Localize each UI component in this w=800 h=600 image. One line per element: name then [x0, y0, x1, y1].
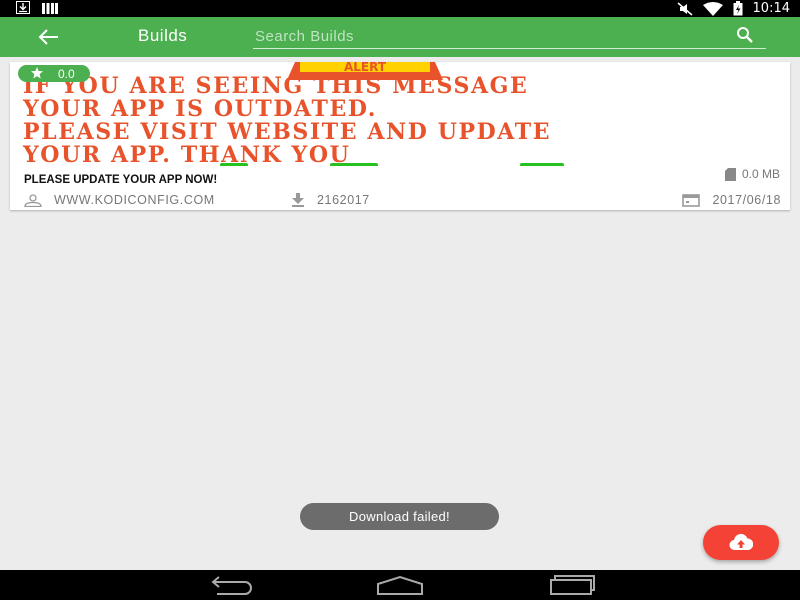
app-bar: Builds	[0, 17, 800, 57]
mute-icon	[677, 1, 693, 16]
search-bar	[253, 23, 766, 49]
home-nav-icon[interactable]	[376, 574, 424, 596]
banner-line: IF YOU ARE SEEING THIS MESSAGE	[23, 73, 529, 99]
download-icon	[292, 193, 304, 207]
status-bar-right: 10:14	[677, 0, 790, 17]
battery-icon	[733, 1, 743, 16]
banner-line: PLEASE VISIT WEBSITE AND UPDATE	[23, 119, 552, 145]
build-size: 0.0 MB	[724, 167, 780, 181]
build-author: WWW.KODICONFIG.COM	[24, 193, 215, 207]
banner-message: IF YOU ARE SEEING THIS MESSAGE YOUR APP …	[23, 73, 790, 167]
recents-nav-icon[interactable]	[548, 574, 596, 596]
banner-decoration	[220, 163, 248, 166]
download-notification-icon	[16, 1, 30, 14]
banner-decoration	[520, 163, 564, 166]
status-time: 10:14	[752, 1, 790, 16]
build-author-value: WWW.KODICONFIG.COM	[54, 193, 215, 207]
wifi-icon	[702, 1, 723, 16]
status-bar: 10:14	[0, 0, 800, 17]
search-icon[interactable]	[736, 26, 754, 44]
toast-message: Download failed!	[300, 503, 499, 530]
app-title: Builds	[138, 26, 188, 45]
person-icon	[24, 193, 42, 207]
back-arrow-icon[interactable]	[36, 27, 60, 47]
status-bar-left	[16, 1, 58, 14]
build-meta-row: WWW.KODICONFIG.COM 2162017 2017/06/18	[10, 193, 790, 209]
rating-value: 0.0	[58, 67, 75, 81]
build-downloads: 2162017	[291, 193, 370, 207]
build-date-value: 2017/06/18	[712, 193, 781, 207]
banner-line: YOUR APP IS OUTDATED.	[23, 96, 378, 122]
banner-decoration	[330, 163, 378, 166]
build-date: 2017/06/18	[682, 193, 781, 207]
build-title: PLEASE UPDATE YOUR APP NOW!	[24, 174, 218, 186]
banner-line: YOUR APP. THANK YOU	[23, 142, 351, 167]
build-downloads-value: 2162017	[317, 193, 370, 207]
search-input[interactable]	[253, 25, 727, 47]
build-card[interactable]: ALERT IF YOU ARE SEEING THIS MESSAGE YOU…	[10, 62, 790, 210]
star-icon	[31, 67, 43, 79]
navigation-bar	[0, 570, 800, 600]
sd-card-icon	[724, 167, 736, 181]
rating-badge: 0.0	[18, 65, 90, 82]
back-nav-icon[interactable]	[205, 574, 253, 596]
build-size-value: 0.0 MB	[741, 167, 780, 181]
signal-bars-icon	[42, 2, 58, 14]
calendar-icon	[682, 194, 701, 207]
cloud-upload-icon	[729, 533, 753, 551]
upload-fab[interactable]	[703, 525, 779, 560]
build-banner-image: ALERT IF YOU ARE SEEING THIS MESSAGE YOU…	[10, 62, 790, 166]
